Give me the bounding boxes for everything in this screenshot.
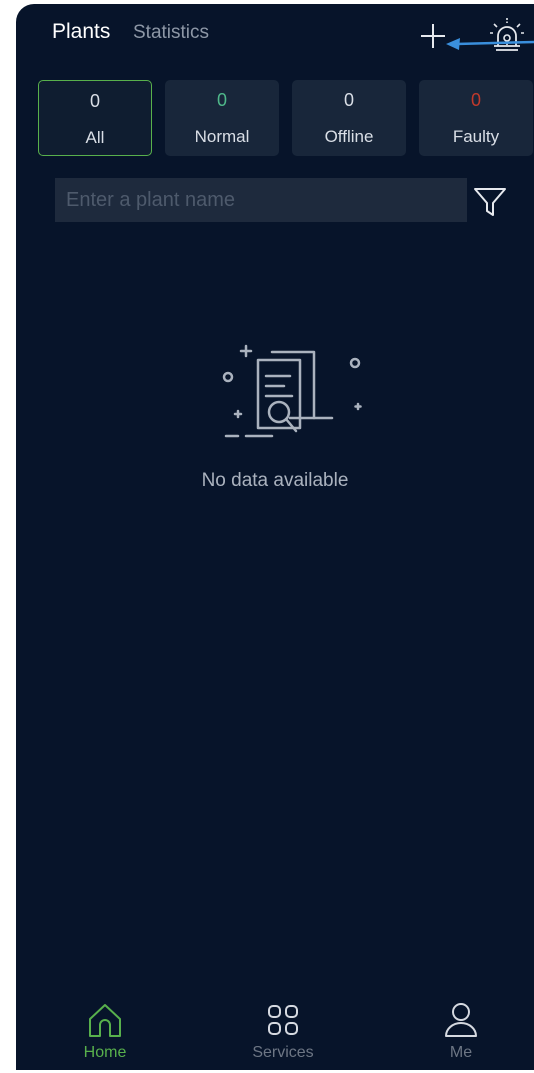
filter-icon — [474, 188, 506, 216]
tab-plants[interactable]: Plants — [52, 20, 110, 44]
status-count: 0 — [470, 90, 481, 110]
status-count: 0 — [89, 91, 100, 111]
status-card-faulty[interactable]: 0 Faulty — [419, 80, 533, 156]
app-screen: Plants Statistics 0 All 0 Normal 0 Offli… — [16, 4, 534, 1070]
status-card-all[interactable]: 0 All — [38, 80, 152, 156]
empty-state-message: No data available — [201, 470, 349, 491]
no-data-document-search-icon — [222, 344, 362, 438]
status-label: Offline — [324, 127, 374, 146]
nav-home[interactable]: Home — [45, 1000, 165, 1070]
tab-statistics[interactable]: Statistics — [133, 22, 209, 44]
user-icon — [445, 1003, 477, 1037]
status-label: Normal — [194, 127, 250, 146]
plant-search-input[interactable] — [55, 178, 467, 222]
status-label: All — [85, 128, 105, 147]
status-card-normal[interactable]: 0 Normal — [165, 80, 279, 156]
nav-me[interactable]: Me — [401, 1000, 521, 1070]
nav-label: Services — [252, 1044, 314, 1061]
filter-button[interactable] — [472, 184, 508, 220]
status-label: Faulty — [452, 127, 500, 146]
status-count: 0 — [216, 90, 227, 110]
annotation-arrow-icon — [446, 38, 534, 50]
nav-label: Me — [449, 1044, 473, 1061]
home-icon — [89, 1004, 121, 1037]
nav-services[interactable]: Services — [223, 1000, 343, 1070]
header: Plants Statistics — [16, 4, 534, 68]
grid-icon — [268, 1005, 298, 1035]
status-filter-cards: 0 All 0 Normal 0 Offline 0 Faulty — [38, 80, 534, 158]
status-count: 0 — [343, 90, 354, 110]
nav-label: Home — [83, 1044, 127, 1061]
status-card-offline[interactable]: 0 Offline — [292, 80, 406, 156]
bottom-nav: Home Services Me — [16, 1000, 534, 1070]
